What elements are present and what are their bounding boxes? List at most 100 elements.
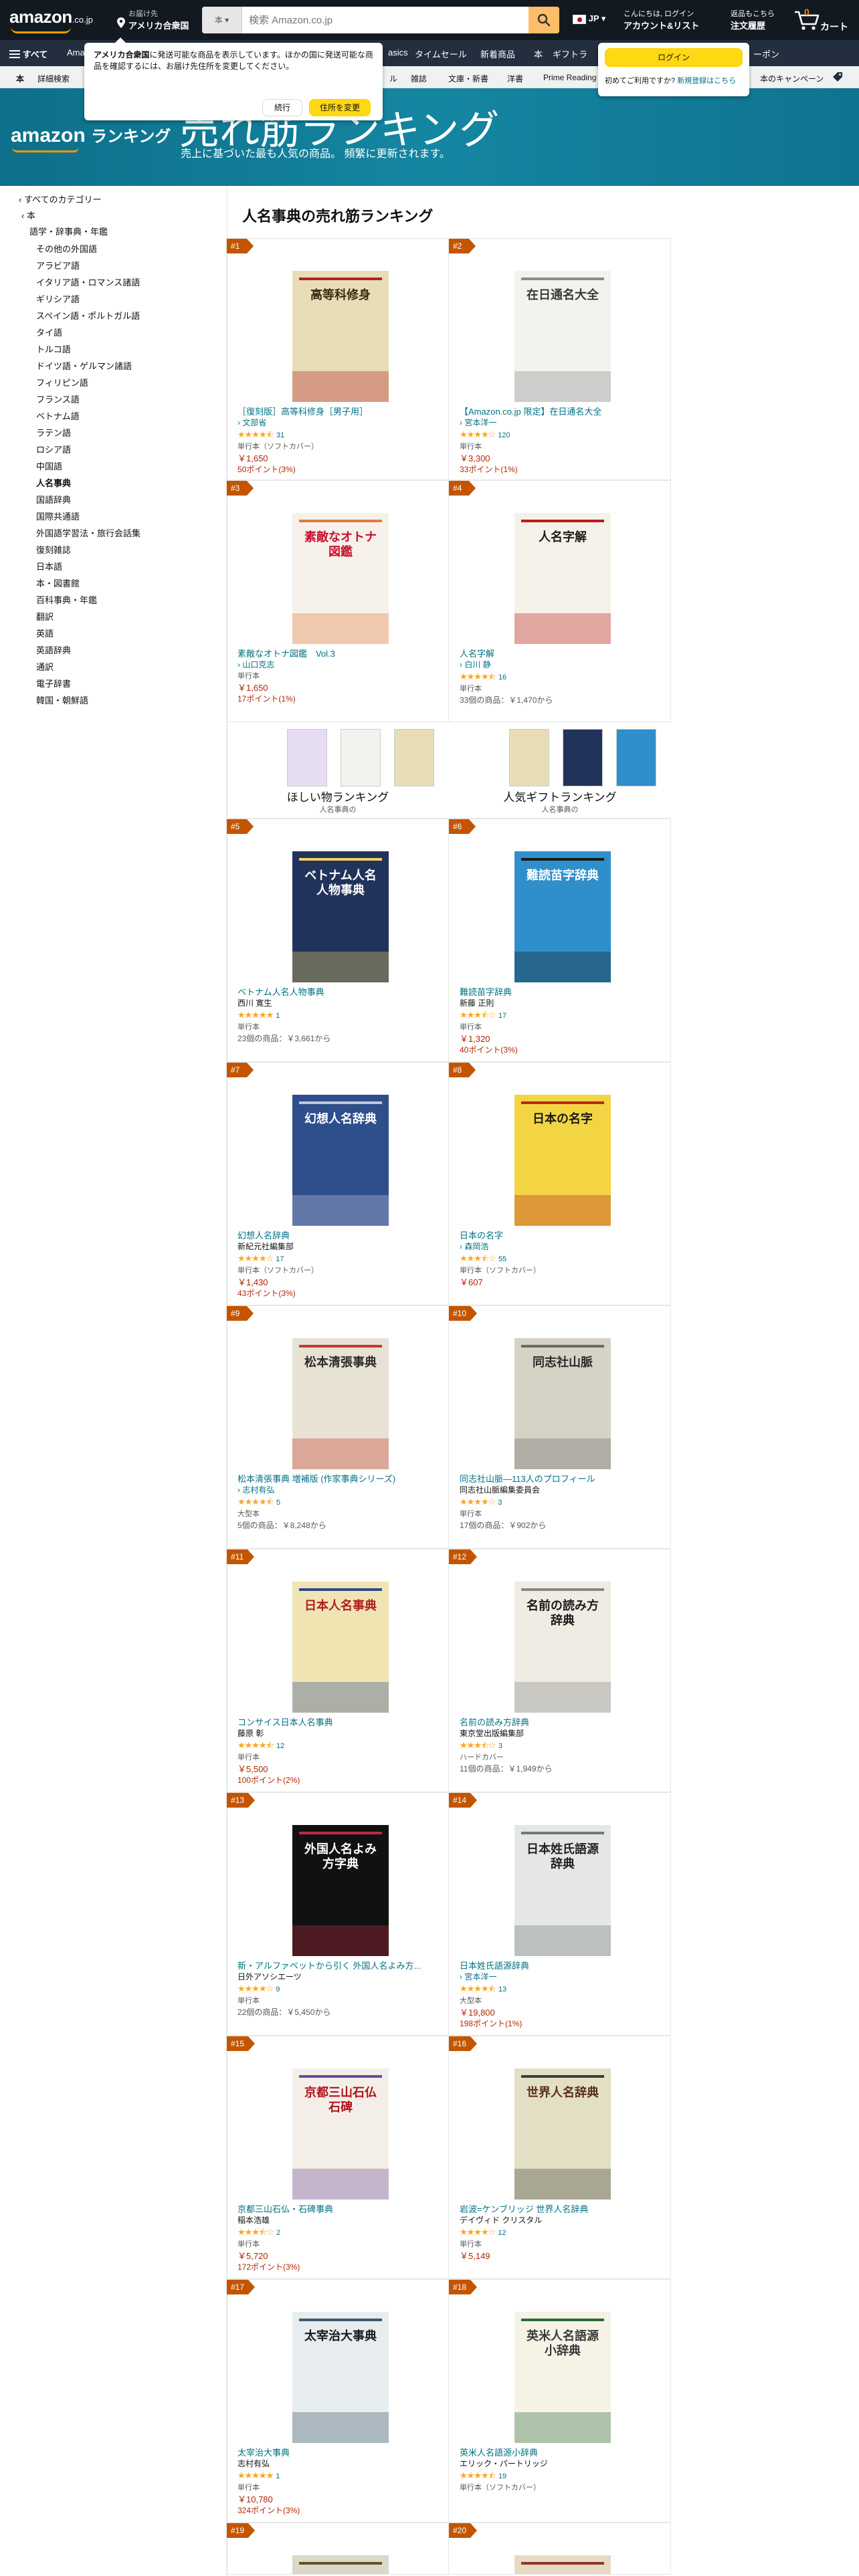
book-cover-image[interactable]: 松本清張事典 — [292, 1338, 389, 1469]
orders-link[interactable]: 返品もこちら 注文履歴 — [731, 8, 775, 31]
review-count[interactable]: 12 — [276, 1742, 284, 1750]
item-title-link[interactable]: ［復刻版］高等科修身［男子用］ — [237, 406, 438, 417]
book-cover-image[interactable]: 日本姓氏語源辞典 — [514, 1825, 611, 1956]
sidebar-category-item[interactable]: 韓国・朝鮮語 — [36, 693, 88, 706]
account-menu[interactable]: こんにちは, ログイン アカウント&リスト — [624, 8, 699, 31]
star-rating[interactable]: ★★★★⯪ 19 — [460, 2470, 660, 2482]
sidebar-category-item[interactable]: 英語 — [36, 627, 54, 639]
ranking-item[interactable]: #6 難読苗字辞典 難読苗字辞典 新藤 正則 ★★★⯪☆ 17 単行本 ￥1,320 40ポイン… — [449, 819, 671, 1062]
register-link[interactable]: 新規登録はこちら — [677, 77, 736, 85]
item-title-link[interactable]: 新・アルファベットから引く 外国人名よみ方... — [237, 1960, 438, 1971]
signin-button[interactable]: ログイン — [605, 48, 743, 67]
star-rating[interactable]: ★★★★⯪ 5 — [237, 1496, 438, 1509]
book-cover-image[interactable]: 日本の名字 — [514, 1095, 611, 1226]
item-offers[interactable]: 33個の商品：￥1,470から — [460, 695, 660, 706]
search-input[interactable] — [244, 7, 524, 33]
sidebar-category-item[interactable]: 国語辞典 — [36, 493, 71, 506]
books-category-link[interactable]: ‹ 本 — [21, 209, 35, 221]
ranking-item[interactable]: #10 同志社山脈 同志社山脈―113人のプロフィール 同志社山脈編集委員会 ★★★★☆… — [449, 1305, 671, 1549]
book-cover-image[interactable]: ベトナム人名人物事典 — [292, 851, 389, 982]
item-title-link[interactable]: 幻想人名辞典 — [237, 1230, 438, 1241]
book-cover-image[interactable]: 難読苗字辞典 — [514, 851, 611, 982]
star-rating[interactable]: ★★★★☆ 3 — [460, 1496, 660, 1509]
ranking-item[interactable]: #11 日本人名事典 コンサイス日本人名事典 藤原 彰 ★★★★⯪ 12 単行本 ￥5,500… — [227, 1549, 449, 1792]
sidebar-category-item[interactable]: アラビア語 — [36, 259, 80, 272]
star-rating[interactable]: ★★★⯪☆ 3 — [460, 1739, 660, 1752]
sidebar-category-item[interactable]: イタリア語・ロマンス諸語 — [36, 276, 140, 288]
item-title-link[interactable]: 日本の名字 — [460, 1230, 660, 1241]
item-title-link[interactable]: 京都三山石仏・石碑事典 — [237, 2204, 438, 2215]
item-author[interactable]: › 白川 静 — [460, 659, 660, 671]
ranking-item[interactable]: #7 幻想人名辞典 幻想人名辞典 新紀元社編集部 ★★★★☆ 17 単行本（ソフトカバー） ￥… — [227, 1062, 449, 1305]
star-rating[interactable]: ★★★★⯪ 13 — [460, 1983, 660, 1996]
sidebar-category-item[interactable]: 中国語 — [36, 459, 62, 472]
review-count[interactable]: 12 — [498, 2229, 506, 2237]
star-rating[interactable]: ★★★★★ 1 — [237, 1009, 438, 1022]
ranking-item[interactable]: #3 素敵なオトナ図鑑 素敵なオトナ図鑑 Vol.3 › 山口克志 単行本 ￥1,650 1… — [227, 480, 449, 722]
book-cover-image[interactable]: 素敵なオトナ図鑑 — [292, 513, 389, 644]
star-rating[interactable]: ★★★★⯪ 31 — [237, 429, 438, 441]
star-rating[interactable]: ★★★⯪☆ 55 — [460, 1253, 660, 1265]
sidebar-category-item[interactable]: その他の外国語 — [36, 242, 97, 255]
ranking-item[interactable]: #8 日本の名字 日本の名字 › 森岡浩 ★★★⯪☆ 55 単行本（ソフトカバー） ￥607 — [449, 1062, 671, 1305]
item-author[interactable]: › 山口克志 — [237, 659, 438, 671]
item-title-link[interactable]: 岩波=ケンブリッジ 世界人名辞典 — [460, 2204, 660, 2215]
all-menu-button[interactable]: すべて — [9, 47, 47, 60]
star-rating[interactable]: ★★★★☆ 9 — [237, 1983, 438, 1996]
sidebar-category-item[interactable]: 百科事典・年鑑 — [36, 593, 97, 606]
continue-button[interactable]: 続行 — [262, 99, 302, 116]
item-offers[interactable]: 22個の商品：￥5,450から — [237, 2007, 438, 2018]
sidebar-category-item[interactable]: スペイン語・ポルトガル語 — [36, 309, 140, 322]
subnav-item[interactable]: ギフトラ — [553, 47, 587, 60]
current-category[interactable]: 語学・辞事典・年鑑 — [29, 225, 108, 237]
ranking-item[interactable]: #5 ベトナム人名人物事典 ベトナム人名人物事典 西川 寛生 ★★★★★ 1 単行本 23個の… — [227, 819, 449, 1062]
review-count[interactable]: 17 — [498, 1012, 506, 1020]
item-title-link[interactable]: 【Amazon.co.jp 限定】在日通名大全 — [460, 406, 660, 417]
star-rating[interactable]: ★★★★★ 1 — [237, 2470, 438, 2482]
deliver-to[interactable]: お届け先 アメリカ合衆国 — [115, 8, 189, 32]
search-button[interactable] — [529, 7, 559, 33]
review-count[interactable]: 16 — [498, 673, 506, 681]
subnav-item[interactable]: 本 — [534, 47, 543, 60]
wishlist-ranking-link[interactable]: ほしい物ランキング 人名事典の — [227, 722, 449, 819]
star-rating[interactable]: ★★★★☆ 120 — [460, 429, 660, 441]
item-title-link[interactable]: 日本姓氏語源辞典 — [460, 1960, 660, 1971]
ranking-item[interactable]: #13 外国人名よみ方字典 新・アルファベットから引く 外国人名よみ方... 日外アソ… — [227, 1792, 449, 2036]
star-rating[interactable]: ★★★⯪☆ 17 — [460, 1009, 660, 1022]
sidebar-category-item[interactable]: フィリピン語 — [36, 376, 88, 389]
ranking-item[interactable]: #20 — [449, 2523, 671, 2575]
ranking-item[interactable]: #14 日本姓氏語源辞典 日本姓氏語源辞典 › 宮本洋一 ★★★★⯪ 13 大型本 ￥19,8… — [449, 1792, 671, 2036]
book-cover-image[interactable]: 世界人名辞典 — [514, 2068, 611, 2199]
book-cover-image[interactable]: 幻想人名辞典 — [292, 1095, 389, 1226]
sidebar-category-item[interactable]: 外国語学習法・旅行会話集 — [36, 526, 140, 539]
item-title-link[interactable]: 名前の読み方辞典 — [460, 1717, 660, 1728]
item-author[interactable]: › 森岡浩 — [460, 1241, 660, 1253]
review-count[interactable]: 1 — [276, 2472, 280, 2480]
ranking-item[interactable]: #17 太宰治大事典 太宰治大事典 志村有弘 ★★★★★ 1 単行本 ￥10,780 324ポイ… — [227, 2279, 449, 2523]
review-count[interactable]: 1 — [276, 1012, 280, 1020]
review-count[interactable]: 31 — [276, 431, 284, 439]
sidebar-category-item[interactable]: ドイツ語・ゲルマン諸語 — [36, 359, 132, 372]
book-cover-image[interactable] — [514, 2555, 611, 2574]
subnav-item[interactable]: asics — [388, 47, 408, 58]
item-author[interactable]: › 志村有弘 — [237, 1485, 438, 1496]
book-cover-image[interactable]: 名前の読み方辞典 — [514, 1582, 611, 1713]
sidebar-category-item[interactable]: 復刻雑誌 — [36, 543, 71, 556]
star-rating[interactable]: ★★★★☆ 12 — [460, 2226, 660, 2239]
book-cover-image[interactable]: 英米人名語源小辞典 — [514, 2312, 611, 2443]
sidebar-category-item[interactable]: ロシア語 — [36, 443, 71, 455]
review-count[interactable]: 5 — [276, 1499, 280, 1507]
sidebar-category-item[interactable]: タイ語 — [36, 326, 62, 338]
item-title-link[interactable]: 英米人名語源小辞典 — [460, 2447, 660, 2458]
item-author[interactable]: › 文部省 — [237, 417, 438, 429]
sidebar-category-item[interactable]: 翻訳 — [36, 610, 54, 623]
item-title-link[interactable]: 同志社山脈―113人のプロフィール — [460, 1473, 660, 1485]
book-cover-image[interactable]: 人名字解 — [514, 513, 611, 644]
change-address-button[interactable]: 住所を変更 — [309, 99, 371, 116]
sidebar-category-item[interactable]: トルコ語 — [36, 342, 71, 355]
books-nav-item[interactable]: 雑誌 — [411, 73, 427, 84]
review-count[interactable]: 55 — [498, 1255, 506, 1263]
book-cover-image[interactable]: 太宰治大事典 — [292, 2312, 389, 2443]
books-nav-item[interactable]: 洋書 — [507, 73, 523, 84]
books-nav-item[interactable]: 文庫・新書 — [448, 73, 488, 84]
